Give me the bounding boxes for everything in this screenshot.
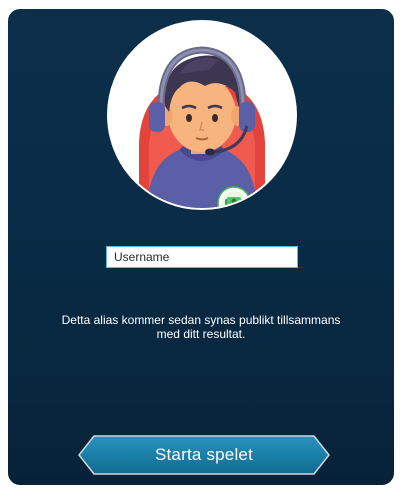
avatar: [107, 20, 297, 210]
info-line-2: med ditt resultat.: [156, 327, 246, 341]
info-line-1: Detta alias kommer sedan synas publikt t…: [61, 313, 341, 327]
start-game-label: Starta spelet: [154, 445, 254, 464]
username-input[interactable]: [106, 246, 298, 268]
gamer-avatar-icon: [139, 46, 265, 208]
main-panel: Detta alias kommer sedan synas publikt t…: [6, 7, 396, 487]
money-badge-icon: [217, 186, 251, 208]
alias-info-text: Detta alias kommer sedan synas publikt t…: [28, 313, 374, 341]
start-game-button[interactable]: Starta spelet: [78, 435, 330, 475]
